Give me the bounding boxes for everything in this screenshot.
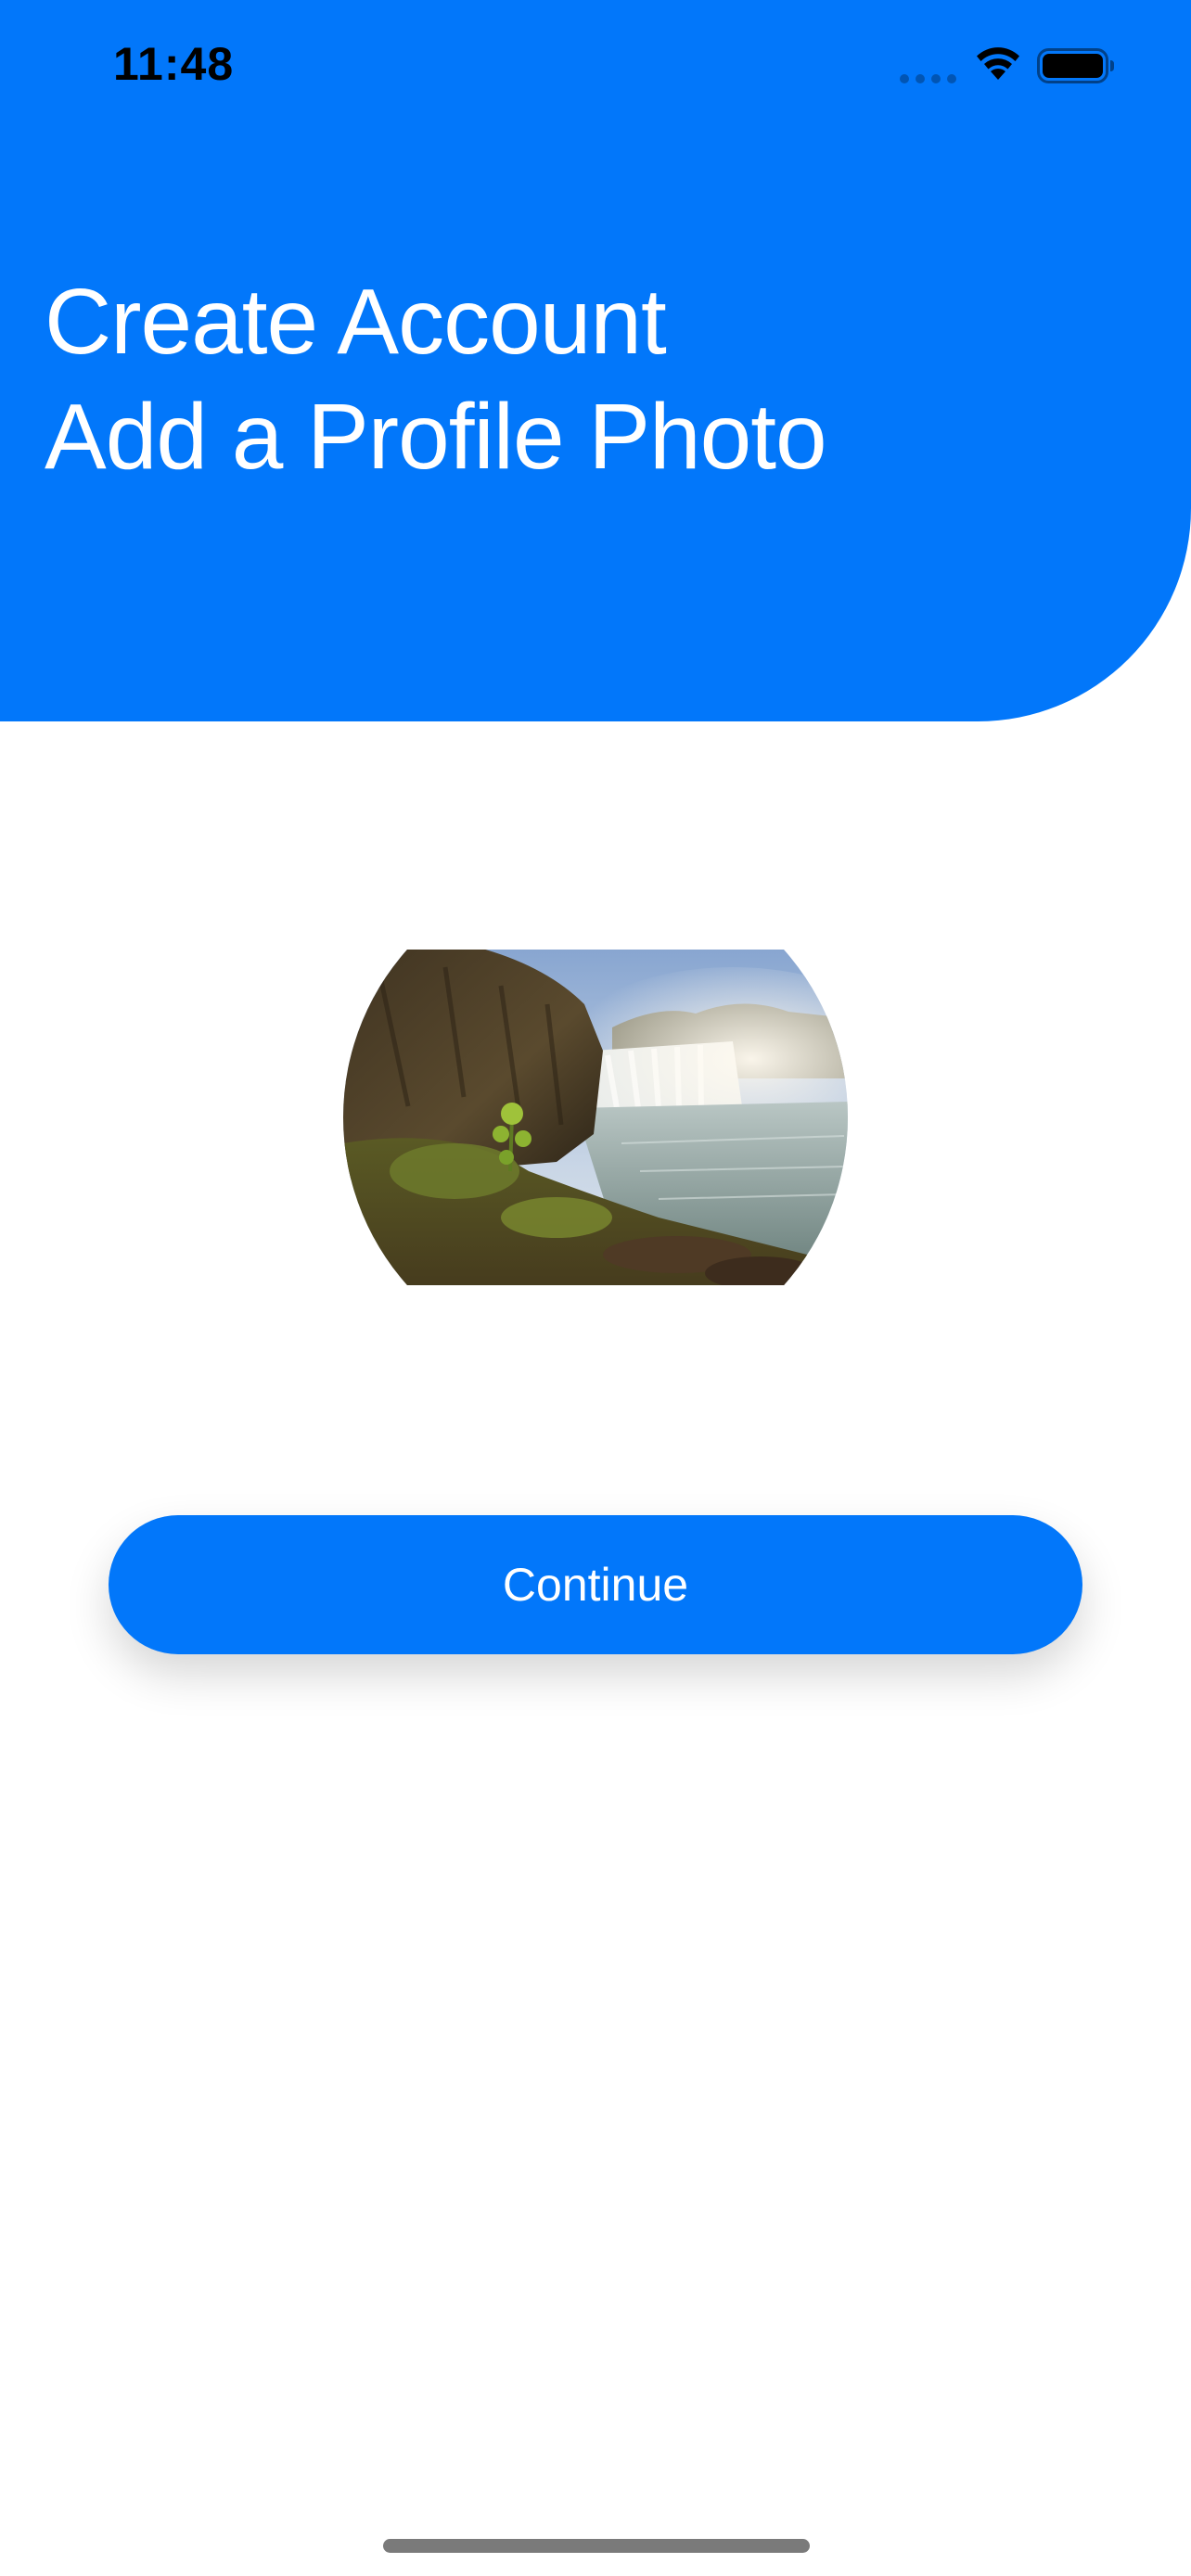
profile-photo-circle xyxy=(343,950,848,1285)
cellular-signal-icon xyxy=(900,74,957,83)
page-title-line-1: Create Account xyxy=(45,270,667,374)
waterfall-photo-image xyxy=(343,950,848,1285)
status-time: 11:48 xyxy=(113,38,235,90)
wifi-icon xyxy=(977,47,1019,80)
status-bar: 11:48 xyxy=(0,0,1191,139)
battery-icon xyxy=(1037,48,1114,83)
continue-button[interactable]: Continue xyxy=(109,1515,1082,1654)
home-indicator[interactable] xyxy=(383,2539,810,2553)
page-title-line-2: Add a Profile Photo xyxy=(45,385,827,489)
continue-button-label: Continue xyxy=(502,1559,689,1611)
page-title: Create Account Add a Profile Photo xyxy=(45,264,1111,494)
profile-photo[interactable] xyxy=(343,950,848,1285)
create-account-screen: 11:48 Create Account Add a Profile Photo xyxy=(0,0,1191,2576)
